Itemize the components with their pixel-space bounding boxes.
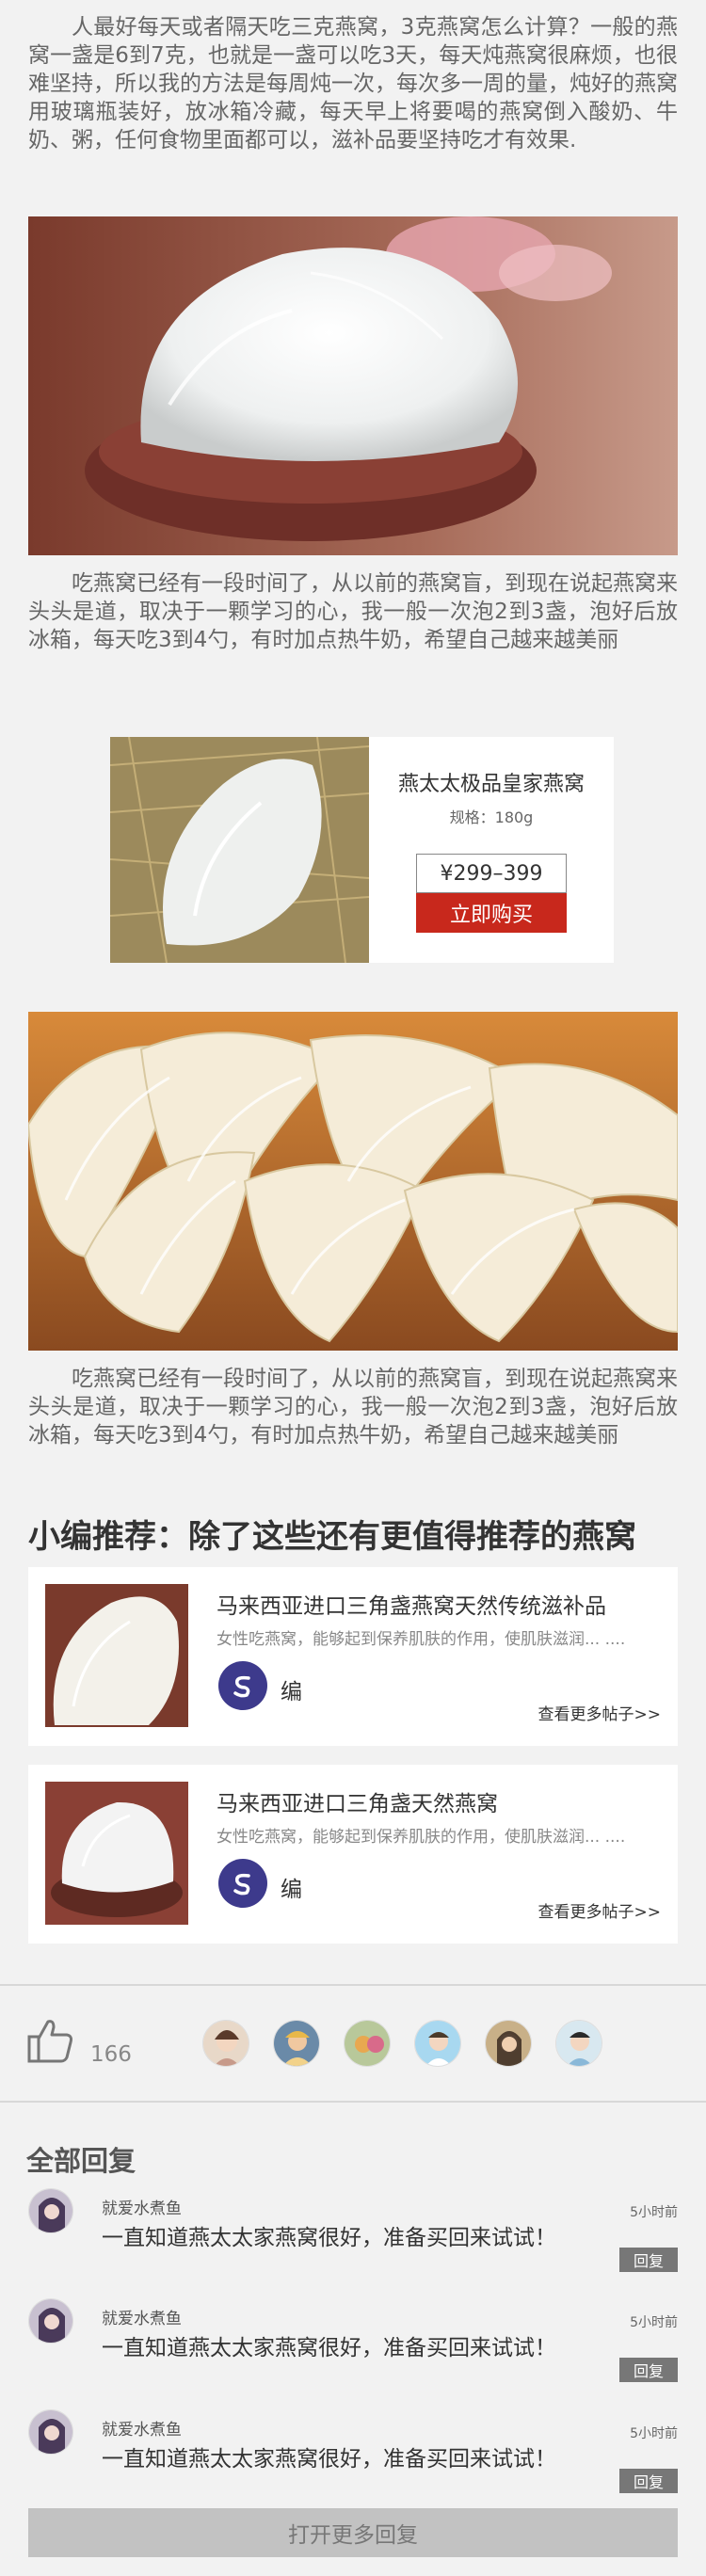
liker-avatar[interactable]	[485, 2020, 532, 2067]
product-spec: 规格：180g	[449, 808, 534, 826]
all-replies-title: 全部回复	[26, 2145, 136, 2177]
author-logo-icon[interactable]	[218, 1859, 267, 1908]
product-card[interactable]: 燕太太极品皇家燕窝 规格：180g ¥299–399 立即购买	[109, 736, 614, 964]
divider	[0, 2101, 706, 2103]
reply-time: 5小时前	[630, 2426, 678, 2441]
like-icon[interactable]	[24, 2014, 76, 2067]
product-image	[109, 736, 370, 964]
article-paragraph: 人最好每天或者隔天吃三克燕窝，3克燕窝怎么计算？一般的燕窝一盏是6到7克，也就是…	[28, 15, 678, 152]
reply-time: 5小时前	[630, 2315, 678, 2330]
reply-avatar[interactable]	[28, 2409, 73, 2455]
liker-avatar[interactable]	[555, 2020, 602, 2067]
recommend-section-title: 小编推荐：除了这些还有更值得推荐的燕窝	[28, 1518, 636, 1556]
view-more-posts-link[interactable]: 查看更多帖子>>	[538, 1898, 662, 1922]
recommend-card[interactable]: 马来西亚进口三角盏燕窝天然传统滋补品 女性吃燕窝，能够起到保养肌肤的作用，使肌肤…	[28, 1567, 678, 1746]
liker-avatar[interactable]	[414, 2020, 461, 2067]
liker-avatar[interactable]	[273, 2020, 320, 2067]
liker-avatar[interactable]	[202, 2020, 249, 2067]
reply-time: 5小时前	[630, 2205, 678, 2220]
divider	[0, 1984, 706, 1986]
reply-username[interactable]: 就爱水煮鱼	[102, 2195, 182, 2218]
reply-text: 一直知道燕太太家燕窝很好，准备买回来试试！	[102, 2226, 556, 2250]
reply-avatar[interactable]	[28, 2298, 73, 2344]
load-more-replies-button[interactable]: 打开更多回复	[28, 2508, 678, 2557]
product-price: ¥299–399	[416, 854, 567, 893]
view-more-posts-link[interactable]: 查看更多帖子>>	[538, 1701, 662, 1724]
reply-button[interactable]: 回复	[619, 2469, 678, 2493]
recommend-author: 编	[281, 1680, 302, 1704]
reply-username[interactable]: 就爱水煮鱼	[102, 2416, 182, 2440]
article-paragraph: 吃燕窝已经有一段时间了，从以前的燕窝盲，到现在说起燕窝来头头是道，取决于一颗学习…	[28, 1367, 678, 1448]
reply-button[interactable]: 回复	[619, 2358, 678, 2382]
reply-avatar[interactable]	[28, 2188, 73, 2233]
recommend-author: 编	[281, 1878, 302, 1902]
recommend-thumbnail	[45, 1782, 188, 1925]
author-logo-icon[interactable]	[218, 1661, 267, 1710]
recommend-description: 女性吃燕窝，能够起到保养肌肤的作用，使肌肤滋润... ....	[217, 1630, 626, 1649]
recommend-title[interactable]: 马来西亚进口三角盏燕窝天然传统滋补品	[217, 1588, 606, 1620]
recommend-description: 女性吃燕窝，能够起到保养肌肤的作用，使肌肤滋润... ....	[217, 1828, 626, 1847]
like-count: 166	[90, 2042, 132, 2067]
recommend-thumbnail	[45, 1584, 188, 1727]
recommend-title[interactable]: 马来西亚进口三角盏天然燕窝	[217, 1785, 498, 1817]
buy-now-button[interactable]: 立即购买	[416, 893, 567, 933]
birds-nest-photo	[28, 216, 678, 555]
product-title[interactable]: 燕太太极品皇家燕窝	[398, 767, 585, 797]
recommend-card[interactable]: 马来西亚进口三角盏天然燕窝 女性吃燕窝，能够起到保养肌肤的作用，使肌肤滋润...…	[28, 1765, 678, 1944]
reply-button[interactable]: 回复	[619, 2248, 678, 2272]
reply-text: 一直知道燕太太家燕窝很好，准备买回来试试！	[102, 2447, 556, 2472]
liker-avatar[interactable]	[344, 2020, 391, 2067]
article-paragraph: 吃燕窝已经有一段时间了，从以前的燕窝盲，到现在说起燕窝来头头是道，取决于一颗学习…	[28, 571, 678, 652]
birds-nest-photo	[28, 1012, 678, 1351]
reply-username[interactable]: 就爱水煮鱼	[102, 2305, 182, 2328]
reply-text: 一直知道燕太太家燕窝很好，准备买回来试试！	[102, 2336, 556, 2360]
